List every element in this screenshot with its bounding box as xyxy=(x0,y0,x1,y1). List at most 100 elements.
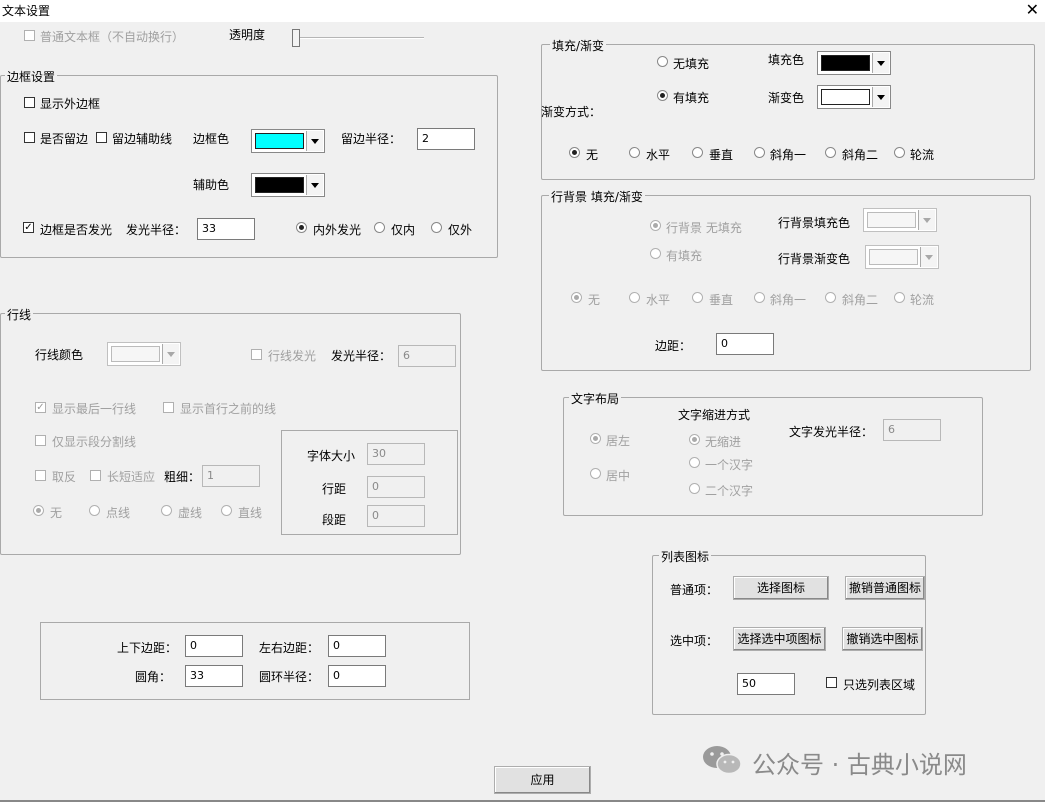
grad-diag2-radio[interactable] xyxy=(825,147,836,158)
row-line-glow-checkbox[interactable] xyxy=(251,349,262,360)
cancel-selected-icon-button[interactable]: 撤销选中图标 xyxy=(842,627,923,651)
para-spacing-input[interactable]: 0 xyxy=(367,505,425,527)
no-fill-radio[interactable] xyxy=(657,56,668,67)
fill-color-label: 填充色 xyxy=(768,53,805,67)
font-size-input[interactable]: 30 xyxy=(367,443,425,465)
grad-none-radio[interactable] xyxy=(569,147,580,158)
only-list-area-checkbox[interactable] xyxy=(826,677,837,688)
text-layout-group xyxy=(563,397,983,516)
keep-edge-label: 是否留边 xyxy=(40,132,89,146)
grad-rotate-radio[interactable] xyxy=(894,147,905,158)
row-glow-radius-label: 发光半径： xyxy=(331,349,392,363)
two-char-indent-radio[interactable] xyxy=(689,483,700,494)
glow-radius-input[interactable]: 33 xyxy=(197,218,255,240)
line-style-none-radio[interactable] xyxy=(33,505,44,516)
border-glow-checkbox[interactable]: ✓ xyxy=(23,222,34,233)
grad-none-label: 无 xyxy=(586,148,599,162)
only-paragraph-checkbox[interactable] xyxy=(35,435,46,446)
line-style-dot-radio[interactable] xyxy=(89,505,100,516)
align-center-label: 居中 xyxy=(606,469,631,483)
line-style-dash-radio[interactable] xyxy=(161,505,172,516)
chevron-down-icon[interactable] xyxy=(872,53,889,73)
row-glow-radius-input[interactable]: 6 xyxy=(398,345,456,367)
border-color-picker[interactable] xyxy=(251,129,325,153)
auto-length-label: 长短适应 xyxy=(107,470,156,484)
show-last-line-label: 显示最后一行线 xyxy=(52,402,137,416)
grad-diag1-label: 斜角一 xyxy=(770,148,807,162)
choose-icon-button[interactable]: 选择图标 xyxy=(733,576,829,600)
invert-checkbox[interactable] xyxy=(35,470,46,481)
row-bg-grad-v-radio[interactable] xyxy=(692,292,703,303)
row-bg-fill-swatch xyxy=(867,212,916,228)
chevron-down-icon[interactable] xyxy=(306,175,323,195)
aux-color-swatch xyxy=(255,177,304,193)
invert-label: 取反 xyxy=(52,470,77,484)
keep-aux-line-checkbox[interactable] xyxy=(96,132,107,143)
icon-size-input[interactable]: 50 xyxy=(737,673,795,695)
no-fill-label: 无填充 xyxy=(673,57,710,71)
keep-radius-input[interactable]: 2 xyxy=(417,128,475,150)
close-icon[interactable]: ✕ xyxy=(1026,0,1039,20)
grad-diag2-label: 斜角二 xyxy=(842,148,879,162)
corner-input[interactable]: 33 xyxy=(185,665,243,687)
text-glow-label: 文字发光半径： xyxy=(789,425,874,439)
show-last-line-checkbox[interactable]: ✓ xyxy=(35,402,46,413)
row-line-color-picker[interactable] xyxy=(107,342,181,366)
aux-color-picker[interactable] xyxy=(251,173,325,197)
border-color-label: 边框色 xyxy=(193,132,230,146)
show-outer-border-checkbox[interactable] xyxy=(24,97,35,108)
chevron-down-icon[interactable] xyxy=(872,87,889,107)
lr-margin-input[interactable]: 0 xyxy=(328,635,386,657)
glow-outer-radio[interactable] xyxy=(431,222,442,233)
grad-rotate-label: 轮流 xyxy=(910,148,935,162)
line-style-solid-radio[interactable] xyxy=(221,505,232,516)
row-bg-fill-color-picker[interactable] xyxy=(863,208,937,232)
row-bg-grad-none-radio[interactable] xyxy=(571,292,582,303)
row-bg-grad-d2-radio[interactable] xyxy=(825,292,836,303)
grad-diag1-radio[interactable] xyxy=(754,147,765,158)
keep-aux-line-label: 留边辅助线 xyxy=(112,132,173,146)
opacity-slider-track[interactable] xyxy=(296,37,424,39)
chevron-down-icon[interactable] xyxy=(918,210,935,230)
row-bg-grad-h-radio[interactable] xyxy=(629,292,640,303)
cancel-normal-icon-button[interactable]: 撤销普通图标 xyxy=(845,576,925,600)
fill-color-picker[interactable] xyxy=(817,51,891,75)
row-bg-grad-none-label: 无 xyxy=(588,293,601,307)
thickness-input[interactable]: 1 xyxy=(202,465,260,487)
apply-button[interactable]: 应用 xyxy=(494,766,591,794)
grad-color-picker[interactable] xyxy=(817,85,891,109)
text-glow-input[interactable]: 6 xyxy=(883,419,941,441)
line-spacing-input[interactable]: 0 xyxy=(367,476,425,498)
grad-mode-label: 渐变方式： xyxy=(541,105,602,119)
row-bg-grad-r-radio[interactable] xyxy=(894,292,905,303)
keep-edge-checkbox[interactable] xyxy=(24,132,35,143)
row-bg-no-fill-radio[interactable] xyxy=(650,220,661,231)
chevron-down-icon[interactable] xyxy=(162,344,179,364)
row-bg-grad-color-picker[interactable] xyxy=(865,245,939,269)
plain-textbox-checkbox[interactable] xyxy=(24,30,35,41)
no-indent-radio[interactable] xyxy=(689,434,700,445)
grad-vertical-radio[interactable] xyxy=(692,147,703,158)
align-center-radio[interactable] xyxy=(590,468,601,479)
ring-radius-input[interactable]: 0 xyxy=(328,665,386,687)
glow-outer-label: 仅外 xyxy=(448,223,473,237)
glow-both-radio[interactable] xyxy=(296,222,307,233)
row-bg-grad-d1-radio[interactable] xyxy=(754,292,765,303)
show-before-first-checkbox[interactable] xyxy=(163,402,174,413)
one-char-indent-radio[interactable] xyxy=(689,457,700,468)
window-title: 文本设置 xyxy=(2,4,51,18)
chevron-down-icon[interactable] xyxy=(920,247,937,267)
chevron-down-icon[interactable] xyxy=(306,131,323,151)
glow-inner-radio[interactable] xyxy=(374,222,385,233)
selected-item-label: 选中项： xyxy=(670,634,719,648)
grad-horizontal-radio[interactable] xyxy=(629,147,640,158)
align-left-radio[interactable] xyxy=(590,433,601,444)
tb-margin-input[interactable]: 0 xyxy=(185,635,243,657)
row-bg-has-fill-radio[interactable] xyxy=(650,248,661,259)
row-bg-grad-d2-label: 斜角二 xyxy=(842,293,879,307)
opacity-slider-thumb[interactable] xyxy=(292,29,300,47)
has-fill-radio[interactable] xyxy=(657,90,668,101)
choose-selected-icon-button[interactable]: 选择选中项图标 xyxy=(733,627,826,651)
auto-length-checkbox[interactable] xyxy=(90,470,101,481)
row-bg-margin-input[interactable]: 0 xyxy=(716,333,774,355)
